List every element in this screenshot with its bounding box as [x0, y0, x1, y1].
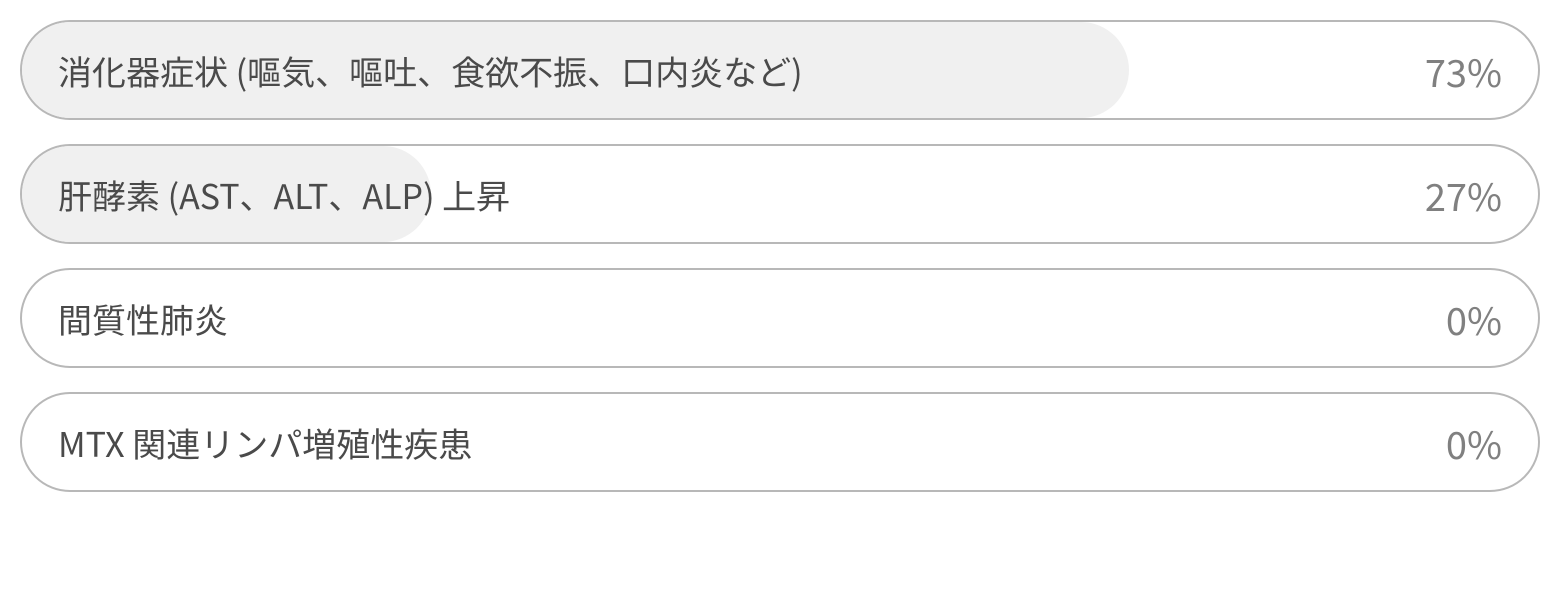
poll-option-label: MTX 関連リンパ増殖性疾患	[22, 418, 1446, 467]
poll-option-bar: 間質性肺炎 0%	[20, 268, 1540, 368]
poll-option-bar: 消化器症状 (嘔気、嘔吐、食欲不振、口内炎など) 73%	[20, 20, 1540, 120]
poll-option-label: 消化器症状 (嘔気、嘔吐、食欲不振、口内炎など)	[22, 46, 1425, 95]
poll-option-bar: MTX 関連リンパ増殖性疾患 0%	[20, 392, 1540, 492]
poll-option-label: 肝酵素 (AST、ALT、ALP) 上昇	[22, 170, 1425, 219]
poll-option-value: 27%	[1425, 167, 1538, 222]
poll-option-value: 73%	[1425, 43, 1538, 98]
poll-option-value: 0%	[1446, 415, 1538, 470]
poll-option-value: 0%	[1446, 291, 1538, 346]
poll-option-bar: 肝酵素 (AST、ALT、ALP) 上昇 27%	[20, 144, 1540, 244]
poll-option-label: 間質性肺炎	[22, 294, 1446, 343]
poll-chart-container: 消化器症状 (嘔気、嘔吐、食欲不振、口内炎など) 73% 肝酵素 (AST、AL…	[20, 20, 1540, 492]
